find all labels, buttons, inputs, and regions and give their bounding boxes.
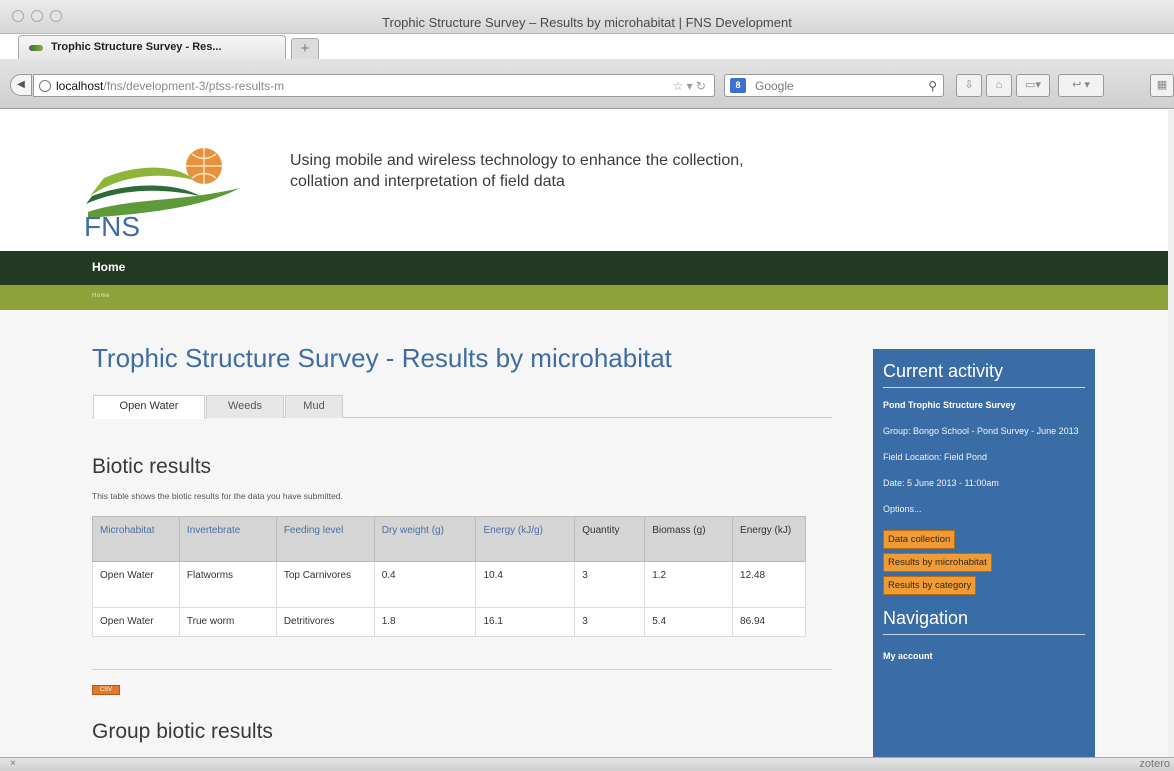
page-title: Trophic Structure Survey - Results by mi… [92, 343, 672, 373]
window-title: Trophic Structure Survey – Results by mi… [382, 15, 792, 30]
table-cell: 12.48 [732, 561, 806, 608]
results-by-microhabitat-button[interactable]: Results by microhabitat [883, 553, 992, 572]
browser-tab-active[interactable]: Trophic Structure Survey - Res... [18, 35, 286, 59]
magnifier-icon[interactable]: ⚲ [928, 79, 937, 93]
window-titlebar: Trophic Structure Survey – Results by mi… [0, 0, 1174, 34]
table-cell: Flatworms [178, 561, 277, 608]
bookmarks-menu-icon[interactable]: ▭▾ [1016, 74, 1050, 97]
search-placeholder: Google [755, 79, 794, 93]
url-bar-controls[interactable]: ☆ ▾ ↻ [672, 79, 706, 93]
tab-mud[interactable]: Mud [285, 395, 343, 418]
nav-home-link[interactable]: Home [92, 260, 125, 274]
tab-weeds[interactable]: Weeds [206, 395, 284, 418]
site-slogan: Using mobile and wireless technology to … [290, 152, 744, 190]
current-activity-title: Current activity [883, 361, 1085, 388]
data-collection-button[interactable]: Data collection [883, 530, 956, 549]
home-icon[interactable]: ⌂ [986, 74, 1012, 97]
activity-location: Field Location: Field Pond [883, 452, 988, 462]
table-cell: Open Water [92, 561, 180, 608]
site-header: FNS Using mobile and wireless technology… [0, 110, 1174, 251]
table-row: Open Water Flatworms Top Carnivores 0.4 … [92, 561, 806, 608]
activity-survey-name: Pond Trophic Structure Survey [883, 400, 1016, 410]
table-cell: 3 [574, 561, 646, 608]
table-cell: Detritivores [275, 607, 375, 637]
biotic-results-heading: Biotic results [92, 455, 212, 478]
download-icon[interactable]: ⇩ [956, 74, 982, 97]
csv-export-button[interactable]: CSV [92, 685, 120, 695]
extension-icon[interactable]: ▦ [1150, 74, 1174, 97]
activity-options-link[interactable]: Options... [883, 503, 1085, 516]
table-cell: 3 [574, 607, 646, 637]
globe-icon [39, 80, 51, 92]
section-divider [92, 669, 832, 670]
navigation-title: Navigation [883, 608, 1085, 635]
column-energy-per-gram[interactable]: Energy (kJ/g) [475, 516, 576, 562]
table-cell: Top Carnivores [275, 561, 375, 608]
table-cell: Open Water [92, 607, 180, 637]
table-cell: 0.4 [373, 561, 477, 608]
activity-group: Group: Bongo School - Pond Survey - June… [883, 426, 1079, 436]
biotic-results-intro: This table shows the biotic results for … [92, 491, 343, 501]
current-activity-sidebar: Current activity Pond Trophic Structure … [873, 349, 1095, 757]
column-biomass: Biomass (g) [644, 516, 734, 562]
main-content: Trophic Structure Survey - Results by mi… [92, 343, 837, 743]
main-navigation: Home [0, 251, 1174, 285]
browser-toolbar: ◀ localhost/fns/development-3/ptss-resul… [0, 59, 1174, 109]
tab-open-water[interactable]: Open Water [93, 395, 205, 419]
column-energy: Energy (kJ) [732, 516, 806, 562]
browser-tab-label: Trophic Structure Survey - Res... [51, 41, 222, 53]
column-quantity: Quantity [574, 516, 646, 562]
history-menu-icon[interactable]: ↩ ▾ [1058, 74, 1104, 97]
table-cell: 5.4 [644, 607, 734, 637]
vertical-scrollbar[interactable] [1168, 110, 1174, 757]
table-cell: 1.8 [373, 607, 477, 637]
breadcrumb: Home [0, 285, 1174, 310]
column-dry-weight[interactable]: Dry weight (g) [373, 516, 477, 562]
results-by-category-button[interactable]: Results by category [883, 576, 977, 595]
breadcrumb-home-link[interactable]: Home [92, 293, 110, 299]
table-cell: 86.94 [732, 607, 806, 637]
column-microhabitat[interactable]: Microhabitat [92, 516, 180, 562]
site-favicon-icon [29, 45, 43, 51]
my-account-link[interactable]: My account [883, 651, 1085, 661]
close-addon-bar-icon[interactable]: × [10, 758, 16, 769]
search-engine-icon[interactable]: 8 [730, 78, 746, 93]
table-cell: 10.4 [475, 561, 576, 608]
url-bar[interactable]: localhost/fns/development-3/ptss-results… [33, 74, 715, 97]
browser-statusbar: × zotero [0, 757, 1174, 771]
zotero-addon-label[interactable]: zotero [1139, 758, 1170, 770]
activity-date: Date: 5 June 2013 - 11:00am [883, 478, 999, 488]
microhabitat-tabs: Open Water Weeds Mud [92, 395, 832, 419]
table-cell: True worm [178, 607, 277, 637]
table-header-row: Microhabitat Invertebrate Feeding level … [92, 516, 806, 562]
biotic-results-table: Microhabitat Invertebrate Feeding level … [92, 516, 806, 637]
table-row: Open Water True worm Detritivores 1.8 16… [92, 607, 806, 637]
fns-logo-icon[interactable]: FNS [82, 138, 244, 238]
url-path: /fns/development-3/ptss-results-m [103, 79, 285, 93]
back-button[interactable]: ◀ [10, 74, 32, 96]
url-host: localhost [56, 79, 104, 93]
table-cell: 16.1 [475, 607, 576, 637]
group-biotic-results-heading: Group biotic results [92, 720, 273, 743]
column-invertebrate[interactable]: Invertebrate [178, 516, 277, 562]
column-feeding-level[interactable]: Feeding level [275, 516, 375, 562]
table-cell: 1.2 [644, 561, 734, 608]
search-input[interactable]: 8 Google ⚲ [724, 74, 944, 97]
web-page: FNS Using mobile and wireless technology… [0, 110, 1174, 757]
logo-text: FNS [84, 211, 140, 238]
new-tab-button[interactable]: + [291, 38, 319, 59]
